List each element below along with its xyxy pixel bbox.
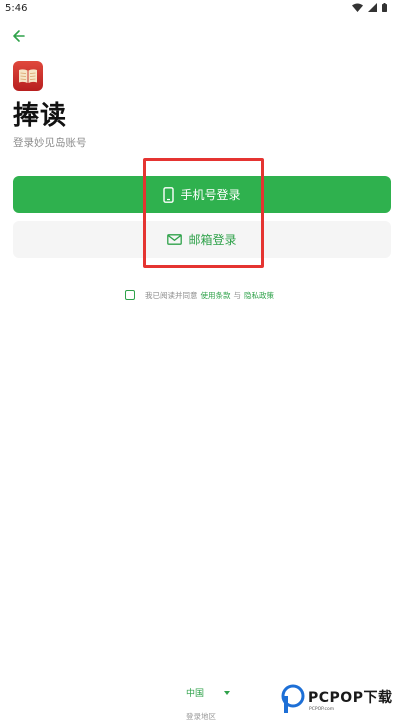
envelope-icon [167,234,183,245]
region-selector[interactable]: 中国 [186,686,231,699]
agreement-row: 我已阅读并同意 使用条款 与 隐私政策 [125,288,277,302]
agreement-conjunction: 与 [233,290,242,300]
back-button[interactable] [9,26,29,46]
wifi-icon [352,3,363,12]
watermark-subtext: PCPOP.com [309,706,335,712]
open-book-icon [19,69,37,83]
watermark: PCPOP下载 PCPOP.com [281,684,392,714]
chevron-down-icon [224,690,231,695]
phone-login-label: 手机号登录 [180,188,241,202]
agreement-prefix: 我已阅读并同意 [145,290,198,300]
status-icons [352,3,387,12]
region-value: 中国 [186,689,205,699]
terms-link[interactable]: 使用条款 [201,290,231,301]
email-login-button[interactable]: 邮箱登录 [13,221,391,258]
privacy-link[interactable]: 隐私政策 [244,290,274,301]
signal-icon [368,3,377,12]
battery-icon [382,3,387,12]
arrow-left-icon [13,30,25,42]
app-logo [13,61,43,91]
phone-login-button[interactable]: 手机号登录 [13,176,391,213]
smartphone-icon [163,186,175,203]
region-label: 登录地区 [186,712,216,721]
agreement-checkbox[interactable] [125,290,135,300]
app-title: 捧读 [13,101,68,131]
app-subtitle: 登录妙见岛账号 [13,137,87,149]
watermark-text: PCPOP下载 [308,689,393,706]
watermark-logo-icon [281,684,305,713]
status-bar: 5:46 [0,0,405,18]
email-login-label: 邮箱登录 [188,233,237,247]
status-time: 5:46 [5,3,28,14]
